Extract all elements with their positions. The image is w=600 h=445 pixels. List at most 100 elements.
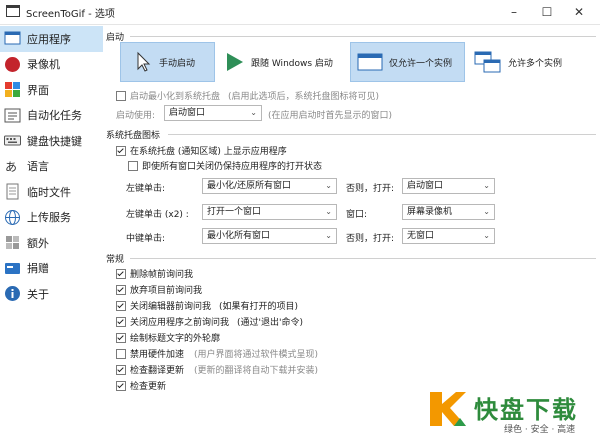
tile-multiple-instances[interactable]: 允许多个实例 [472,42,596,82]
general-option-row[interactable]: 删除帧前询问我 [116,267,193,280]
general-option-label: 检查翻译更新 [130,366,185,376]
general-option-row[interactable]: 检查更新 [116,379,166,392]
select-value: 打开一个窗口 [207,207,262,217]
general-option-row[interactable]: 检查翻译更新 (更新的翻译将自动下载并安装) [116,363,318,376]
tile-single-instance[interactable]: 仅允许一个实例 [350,42,465,82]
general-option-checkbox[interactable] [116,364,126,375]
app-window-icon [4,30,21,47]
single-window-icon [357,53,383,71]
general-option-row[interactable]: 绘制标题文字的外轮廓 [116,331,220,344]
tile-windows-start[interactable]: 跟随 Windows 启动 [219,42,341,82]
sidebar-item-tasks[interactable]: 自动化任务 [0,103,103,129]
sidebar-item-recorder[interactable]: 录像机 [0,52,103,78]
left-double-click-window-select[interactable]: 屏幕录像机 ⌄ [402,204,495,220]
sidebar-item-donate[interactable]: 捐赠 [0,256,103,282]
sidebar-item-upload[interactable]: 上传服务 [0,205,103,231]
sidebar-item-temp-files[interactable]: 临时文件 [0,179,103,205]
sidebar-item-extras[interactable]: 额外 [0,230,103,256]
minimize-tray-row[interactable]: 启动最小化到系统托盘 (启用此选项后，系统托盘图标将可见) [116,89,379,102]
general-option-checkbox[interactable] [116,284,126,295]
window-label: 窗口: [346,210,368,220]
show-tray-row[interactable]: 在系统托盘 (通知区域) 上显示应用程序 [116,144,287,157]
minimize-tray-checkbox[interactable] [116,90,126,101]
watermark: 快盘下载 绿色 · 安全 · 高速 [424,384,599,442]
minimize-tray-note: (启用此选项后，系统托盘图标将可见) [228,92,380,102]
keep-open-label: 即使所有窗口关闭仍保持应用程序的打开状态 [142,162,323,172]
show-tray-checkbox[interactable] [116,145,126,156]
title-bar: ScreenToGif - 选项 – ☐ ✕ [0,0,600,25]
sidebar-item-label: 语言 [27,160,49,174]
general-option-label: 关闭应用程序之前询问我 [130,318,230,328]
info-icon [4,285,21,302]
sidebar-item-label: 临时文件 [27,185,71,199]
chevron-down-icon: ⌄ [483,207,490,216]
sidebar-item-label: 捐赠 [27,262,49,276]
startup-use-label: 启动使用: [116,111,156,121]
chevron-down-icon: ⌄ [250,108,257,117]
keep-open-checkbox[interactable] [128,160,138,171]
close-button[interactable]: ✕ [566,2,592,22]
chevron-down-icon: ⌄ [483,181,490,190]
middle-click-select[interactable]: 最小化所有窗口 ⌄ [202,228,337,244]
tasks-icon [4,107,21,124]
general-option-checkbox[interactable] [116,300,126,311]
startup-use-select[interactable]: 启动窗口 ⌄ [164,105,262,121]
general-option-checkbox[interactable] [116,348,126,359]
general-option-note: (通过'退出'命令) [237,318,303,328]
minimize-button[interactable]: – [501,2,527,22]
keep-open-row[interactable]: 即使所有窗口关闭仍保持应用程序的打开状态 [128,159,322,172]
tile-manual-start[interactable]: 手动启动 [120,42,215,82]
sidebar-item-label: 应用程序 [27,32,71,46]
donate-icon [4,260,21,277]
general-option-checkbox[interactable] [116,380,126,391]
sidebar-item-about[interactable]: 关于 [0,281,103,307]
keyboard-icon [4,132,21,149]
general-option-row[interactable]: 关闭编辑器前询问我 (如果有打开的项目) [116,299,298,312]
sidebar-item-label: 键盘快捷键 [27,134,82,148]
chevron-down-icon: ⌄ [325,207,332,216]
general-option-label: 绘制标题文字的外轮廓 [130,334,221,344]
language-icon: あ [4,158,21,175]
general-option-checkbox[interactable] [116,268,126,279]
general-option-row[interactable]: 放弃项目前询问我 [116,283,202,296]
section-general-header: 常规 [106,252,596,265]
general-option-label: 放弃项目前询问我 [130,286,203,296]
general-option-row[interactable]: 禁用硬件加速 (用户界面将通过软件模式呈现) [116,347,318,360]
general-option-checkbox[interactable] [116,316,126,327]
sidebar-item-label: 界面 [27,83,49,97]
middle-click-label: 中键单击: [126,234,166,244]
left-click-select[interactable]: 最小化/还原所有窗口 ⌄ [202,178,337,194]
chevron-down-icon: ⌄ [483,231,490,240]
play-icon [227,53,243,71]
sidebar-item-interface[interactable]: 界面 [0,77,103,103]
select-value: 启动窗口 [407,181,444,191]
general-option-note: (用户界面将通过软件模式呈现) [194,350,319,360]
watermark-brand: 快盘下载 [474,396,578,424]
sidebar-item-label: 自动化任务 [27,109,82,123]
tile-label: 允许多个实例 [508,58,563,69]
sidebar-item-label: 关于 [27,287,49,301]
svg-text:あ: あ [5,160,17,174]
sidebar-item-shortcuts[interactable]: 键盘快捷键 [0,128,103,154]
sidebar-item-application[interactable]: 应用程序 [0,26,103,52]
watermark-tagline: 绿色 · 安全 · 高速 [504,425,576,435]
app-icon [6,5,20,17]
globe-icon [4,209,21,226]
select-value: 启动窗口 [169,108,206,118]
general-option-label: 关闭编辑器前询问我 [130,302,212,312]
section-tray-header: 系统托盘图标 [106,128,596,141]
left-double-click-select[interactable]: 打开一个窗口 ⌄ [202,204,337,220]
maximize-button[interactable]: ☐ [534,2,560,22]
section-title: 系统托盘图标 [106,131,161,141]
sidebar-item-label: 上传服务 [27,211,71,225]
select-value: 屏幕录像机 [407,207,453,217]
watermark-logo-icon [430,392,466,426]
chevron-down-icon: ⌄ [325,181,332,190]
tile-label: 跟随 Windows 启动 [251,58,333,69]
general-option-row[interactable]: 关闭应用程序之前询问我 (通过'退出'命令) [116,315,303,328]
left-click-open-select[interactable]: 启动窗口 ⌄ [402,178,495,194]
general-option-checkbox[interactable] [116,332,126,343]
sidebar-item-language[interactable]: あ 语言 [0,154,103,180]
otherwise-open-label: 否则，打开: [346,234,395,244]
middle-click-open-select[interactable]: 无窗口 ⌄ [402,228,495,244]
